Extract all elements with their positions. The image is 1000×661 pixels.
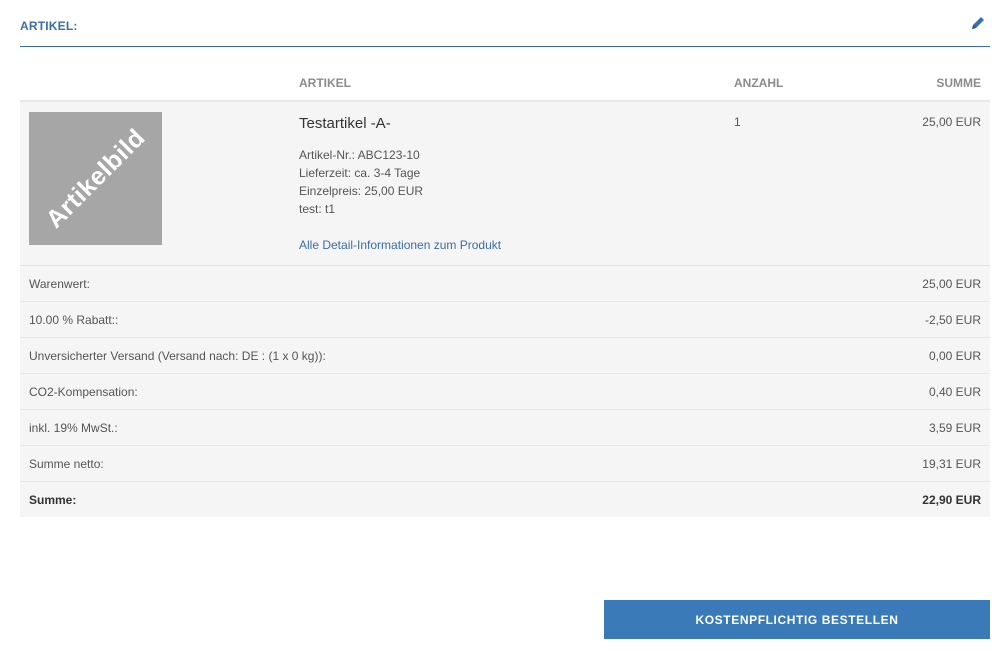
total-value: 0,40 EUR (928, 385, 981, 399)
total-value: 22,90 EUR (922, 493, 981, 507)
total-row-summe: Summe: 22,90 EUR (20, 482, 990, 517)
total-label: Summe netto: (29, 457, 104, 471)
product-unit-price: Einzelpreis: 25,00 EUR (299, 184, 424, 198)
total-label: 10.00 % Rabatt:: (29, 313, 119, 327)
product-attribute: test: t1 (299, 202, 336, 216)
column-header-artikel: ARTIKEL (299, 76, 351, 90)
total-value: 25,00 EUR (922, 277, 981, 291)
section-header: ARTIKEL: (20, 0, 990, 47)
total-row-mwst: inkl. 19% MwSt.: 3,59 EUR (20, 410, 990, 446)
total-row-warenwert: Warenwert: 25,00 EUR (20, 266, 990, 302)
total-value: 0,00 EUR (928, 349, 981, 363)
product-name: Testartikel -A- (299, 115, 391, 132)
product-quantity: 1 (734, 115, 741, 129)
place-order-button[interactable]: KOSTENPFLICHTIG BESTELLEN (604, 600, 990, 639)
product-article-number: Artikel-Nr.: ABC123-10 (299, 148, 420, 162)
product-detail-link[interactable]: Alle Detail-Informationen zum Produkt (299, 238, 501, 252)
total-label: inkl. 19% MwSt.: (29, 421, 118, 435)
table-row: Artikelbild Testartikel -A- Artikel-Nr.:… (20, 102, 990, 266)
totals-table: Warenwert: 25,00 EUR 10.00 % Rabatt:: -2… (20, 266, 990, 517)
total-label: Unversicherter Versand (Versand nach: DE… (29, 349, 326, 363)
product-sum: 25,00 EUR (922, 115, 981, 129)
total-value: -2,50 EUR (924, 313, 981, 327)
total-label: Summe: (29, 493, 77, 507)
table-header: ARTIKEL ANZAHL SUMME (20, 62, 990, 102)
product-image[interactable]: Artikelbild (29, 112, 162, 245)
total-row-netto: Summe netto: 19,31 EUR (20, 446, 990, 482)
product-delivery-time: Lieferzeit: ca. 3-4 Tage (299, 166, 421, 180)
total-label: Warenwert: (29, 277, 90, 291)
column-header-anzahl: ANZAHL (734, 76, 784, 90)
product-image-placeholder-text: Artikelbild (40, 123, 151, 234)
checkout-page: ARTIKEL: ARTIKEL ANZAHL SUMME Artikelbil… (0, 0, 1000, 661)
total-label: CO2-Kompensation: (29, 385, 138, 399)
section-title: ARTIKEL: (20, 19, 78, 33)
total-row-rabatt: 10.00 % Rabatt:: -2,50 EUR (20, 302, 990, 338)
pencil-icon[interactable] (970, 15, 986, 31)
total-row-co2: CO2-Kompensation: 0,40 EUR (20, 374, 990, 410)
total-value: 19,31 EUR (922, 457, 981, 471)
total-value: 3,59 EUR (928, 421, 981, 435)
product-details: Artikel-Nr.: ABC123-10 Lieferzeit: ca. 3… (299, 146, 423, 218)
column-header-summe: SUMME (936, 76, 981, 90)
total-row-versand: Unversicherter Versand (Versand nach: DE… (20, 338, 990, 374)
